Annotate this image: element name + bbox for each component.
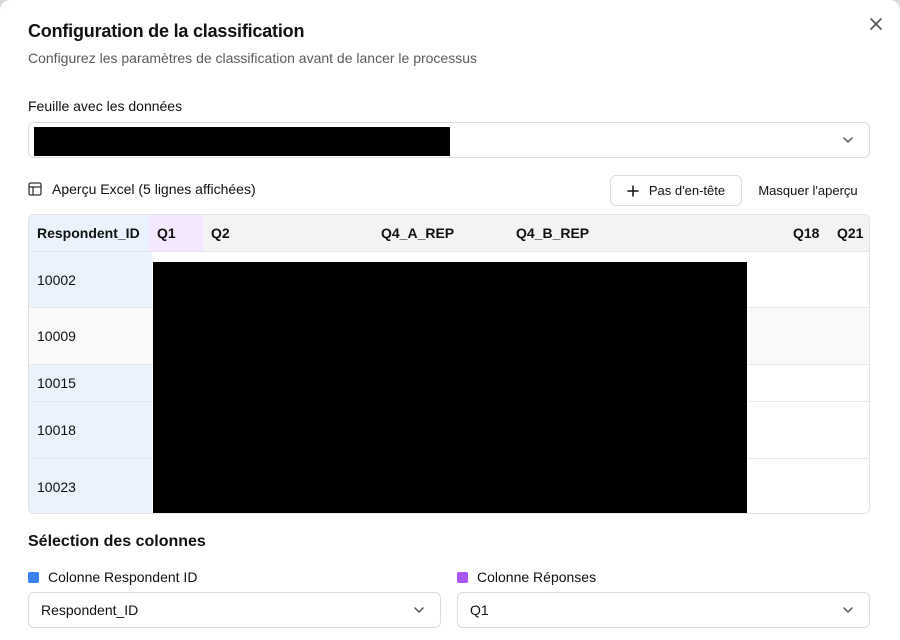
column-header-q2[interactable]: Q2 bbox=[203, 215, 373, 251]
respondent-column-select[interactable]: Respondent_ID bbox=[28, 592, 441, 628]
chevron-down-icon bbox=[843, 137, 853, 143]
no-header-button-label: Pas d'en-tête bbox=[648, 183, 726, 198]
dialog-title: Configuration de la classification bbox=[28, 21, 305, 41]
close-button[interactable] bbox=[866, 14, 886, 34]
chevron-down-icon bbox=[414, 607, 424, 613]
column-header-respondent-id[interactable]: Respondent_ID bbox=[29, 215, 149, 251]
respondent-column-label: Colonne Respondent ID bbox=[28, 569, 197, 585]
column-header-q4-b-rep[interactable]: Q4_B_REP bbox=[508, 215, 778, 251]
table-icon bbox=[28, 182, 42, 196]
respondent-marker-icon bbox=[28, 571, 39, 583]
sheet-select[interactable] bbox=[28, 122, 870, 158]
preview-title: Aperçu Excel (5 lignes affichées) bbox=[52, 181, 256, 197]
table-header: Respondent_ID Q1 Q2 Q4_A_REP Q4_B_REP Q1… bbox=[29, 215, 869, 251]
plus-icon bbox=[627, 184, 639, 197]
sheet-label: Feuille avec les données bbox=[28, 98, 183, 114]
responses-marker-icon bbox=[457, 571, 468, 583]
redacted-table-content bbox=[153, 262, 747, 513]
responses-column-label-text: Colonne Réponses bbox=[477, 569, 597, 585]
respondent-column-label-text: Colonne Respondent ID bbox=[48, 569, 198, 585]
column-header-q18[interactable]: Q18 bbox=[785, 215, 829, 251]
responses-column-select[interactable]: Q1 bbox=[457, 592, 870, 628]
column-header-q1[interactable]: Q1 bbox=[149, 215, 203, 251]
excel-preview-table: Respondent_ID Q1 Q2 Q4_A_REP Q4_B_REP Q1… bbox=[28, 214, 870, 514]
respondent-id-cell: 10023 bbox=[37, 479, 76, 495]
column-header-q4-a-rep[interactable]: Q4_A_REP bbox=[373, 215, 508, 251]
column-header-q21[interactable]: Q21 bbox=[829, 215, 869, 251]
chevron-down-icon bbox=[843, 607, 853, 613]
respondent-id-cell: 10015 bbox=[37, 375, 76, 391]
responses-column-value: Q1 bbox=[470, 602, 489, 618]
classification-dialog: Configuration de la classification Confi… bbox=[0, 0, 900, 640]
no-header-button[interactable]: Pas d'en-tête bbox=[610, 175, 742, 206]
redacted-sheet-name bbox=[34, 127, 450, 156]
respondent-id-cell: 10002 bbox=[37, 271, 76, 288]
responses-column-label: Colonne Réponses bbox=[457, 569, 596, 585]
respondent-column-value: Respondent_ID bbox=[41, 602, 139, 618]
close-icon bbox=[870, 18, 882, 30]
hide-preview-button[interactable]: Masquer l'aperçu bbox=[750, 175, 866, 206]
columns-section-title: Sélection des colonnes bbox=[28, 533, 206, 550]
preview-header: Aperçu Excel (5 lignes affichées) bbox=[28, 181, 256, 197]
respondent-id-cell: 10009 bbox=[37, 328, 76, 344]
respondent-id-cell: 10018 bbox=[37, 422, 76, 438]
dialog-subtitle: Configurez les paramètres de classificat… bbox=[28, 50, 478, 66]
